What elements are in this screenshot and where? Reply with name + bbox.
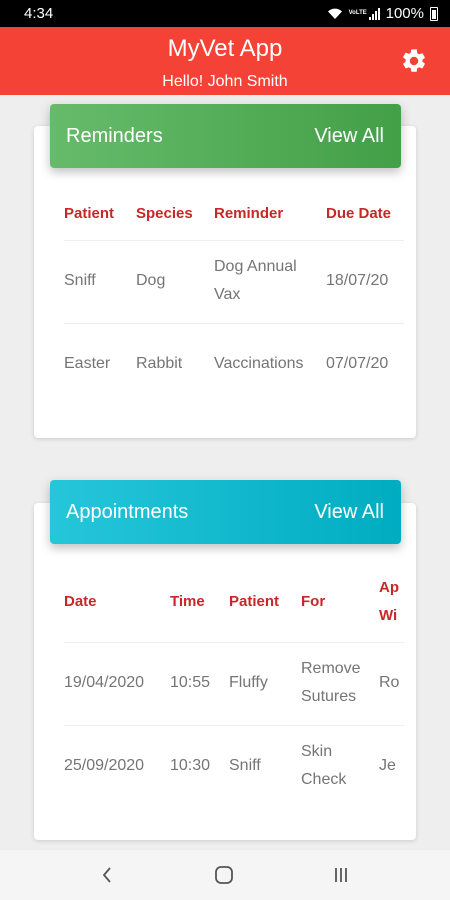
cell-patient: Sniff bbox=[64, 272, 96, 289]
cell-with: Ro bbox=[379, 674, 400, 691]
cell-patient: Easter bbox=[64, 355, 111, 372]
user-greeting: Hello! John Smith bbox=[162, 73, 288, 90]
appointments-card: Date Time Patient For Ap Wi 19/04/2020 1… bbox=[34, 503, 416, 840]
cell-species: Dog bbox=[136, 272, 166, 289]
table-header-row: Patient Species Reminder Due Date bbox=[64, 186, 404, 241]
signal-icon bbox=[368, 7, 380, 20]
app-title: MyVet App bbox=[167, 35, 283, 62]
cell-patient: Fluffy bbox=[229, 674, 268, 691]
table-row[interactable]: 25/09/2020 10:30 Sniff Skin Check Je bbox=[64, 726, 404, 809]
status-bar: 4:34 VoLTE 100% bbox=[0, 0, 450, 27]
appointments-title: Appointments bbox=[66, 500, 189, 523]
cell-for: Skin Check bbox=[301, 743, 347, 788]
cell-with: Je bbox=[379, 757, 396, 774]
col-for: For bbox=[301, 593, 326, 610]
table-row[interactable]: 19/04/2020 10:55 Fluffy Remove Sutures R… bbox=[64, 643, 404, 726]
col-appointment-with: Ap Wi bbox=[379, 579, 399, 624]
table-row[interactable]: Sniff Dog Dog Annual Vax 18/07/20 bbox=[64, 241, 404, 324]
cell-due-date: 07/07/20 bbox=[326, 355, 389, 372]
col-patient: Patient bbox=[229, 593, 280, 610]
reminders-view-all-button[interactable]: View All bbox=[314, 125, 384, 148]
recents-icon[interactable] bbox=[329, 863, 353, 887]
battery-icon bbox=[430, 6, 438, 21]
col-reminder: Reminder bbox=[214, 205, 284, 222]
col-time: Time bbox=[170, 593, 205, 610]
cell-species: Rabbit bbox=[136, 355, 183, 372]
appointments-view-all-button[interactable]: View All bbox=[314, 501, 384, 524]
cell-reminder: Dog Annual Vax bbox=[214, 258, 297, 303]
cell-time: 10:55 bbox=[170, 674, 211, 691]
cell-due-date: 18/07/20 bbox=[326, 272, 389, 289]
app-bar: MyVet App Hello! John Smith bbox=[0, 27, 450, 95]
cell-patient: Sniff bbox=[229, 757, 261, 774]
col-species: Species bbox=[136, 205, 193, 222]
volte-label: VoLTE bbox=[348, 10, 367, 16]
reminders-table: Patient Species Reminder Due Date Sniff … bbox=[64, 186, 404, 416]
cell-date: 19/04/2020 bbox=[64, 674, 145, 691]
col-date: Date bbox=[64, 593, 97, 610]
reminders-title: Reminders bbox=[66, 124, 163, 147]
appointments-table: Date Time Patient For Ap Wi 19/04/2020 1… bbox=[64, 563, 404, 823]
cell-time: 10:30 bbox=[170, 757, 211, 774]
status-time: 4:34 bbox=[24, 5, 54, 22]
table-row[interactable]: Easter Rabbit Vaccinations 07/07/20 bbox=[64, 324, 404, 407]
home-icon[interactable] bbox=[212, 863, 236, 887]
col-patient: Patient bbox=[64, 205, 115, 222]
back-icon[interactable] bbox=[95, 863, 119, 887]
reminders-card: Patient Species Reminder Due Date Sniff … bbox=[34, 126, 416, 438]
battery-percent: 100% bbox=[385, 5, 424, 22]
col-due-date: Due Date bbox=[326, 205, 392, 222]
status-icons: VoLTE 100% bbox=[327, 5, 438, 22]
reminders-header[interactable]: Reminders View All bbox=[50, 104, 401, 168]
table-header-row: Date Time Patient For Ap Wi bbox=[64, 563, 404, 643]
cell-for: Remove Sutures bbox=[301, 660, 361, 705]
navigation-bar bbox=[0, 850, 450, 900]
appointments-header[interactable]: Appointments View All bbox=[50, 480, 401, 544]
wifi-icon bbox=[327, 8, 342, 19]
gear-icon[interactable] bbox=[400, 47, 428, 75]
cell-date: 25/09/2020 bbox=[64, 757, 145, 774]
cell-reminder: Vaccinations bbox=[214, 355, 304, 372]
